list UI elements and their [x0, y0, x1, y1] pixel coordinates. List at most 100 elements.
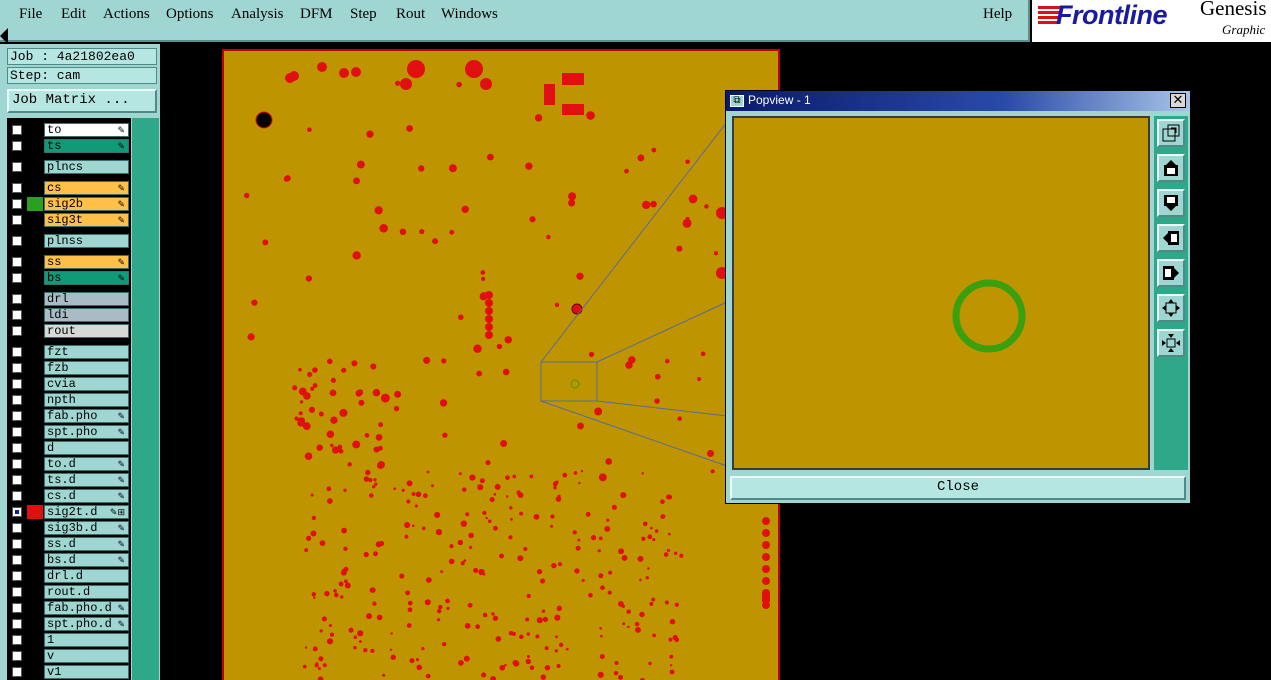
layer-row[interactable]: cs ✎	[7, 181, 131, 195]
layer-row[interactable]: rout	[7, 324, 131, 338]
layer-name[interactable]: cs ✎	[44, 181, 129, 195]
layer-row[interactable]: ts.d ✎	[7, 473, 131, 487]
layer-checkbox[interactable]	[12, 162, 22, 172]
layer-checkbox[interactable]	[12, 635, 22, 645]
layer-color-swatch[interactable]	[27, 345, 43, 359]
layer-name[interactable]: ss.d ✎	[44, 537, 129, 551]
layer-name[interactable]: spt.pho.d ✎	[44, 617, 129, 631]
layer-name[interactable]: bs ✎	[44, 271, 129, 285]
layer-color-swatch[interactable]	[27, 324, 43, 338]
layer-color-swatch[interactable]	[27, 553, 43, 567]
zoom-in-icon[interactable]	[1157, 329, 1185, 357]
layer-row[interactable]: sig2b ✎	[7, 197, 131, 211]
job-matrix-button[interactable]: Job Matrix ...	[7, 89, 157, 113]
layer-color-swatch[interactable]	[27, 160, 43, 174]
layer-color-swatch[interactable]	[27, 213, 43, 227]
layer-row[interactable]: sig2t.d ✎⊞	[7, 505, 131, 519]
layer-checkbox[interactable]	[12, 475, 22, 485]
layer-checkbox[interactable]	[12, 294, 22, 304]
layer-checkbox[interactable]	[12, 411, 22, 421]
layer-color-swatch[interactable]	[27, 409, 43, 423]
menu-rout[interactable]: Rout	[396, 6, 425, 23]
layer-checkbox[interactable]	[12, 236, 22, 246]
layer-name[interactable]: fzb	[44, 361, 129, 375]
layer-name[interactable]: d	[44, 441, 129, 455]
layer-row[interactable]: ss.d ✎	[7, 537, 131, 551]
layer-name[interactable]: sig2t.d ✎⊞	[44, 505, 129, 519]
layer-checkbox[interactable]	[12, 443, 22, 453]
layer-name[interactable]: 1	[44, 633, 129, 647]
layer-row[interactable]: cvia	[7, 377, 131, 391]
layer-name[interactable]: bs.d ✎	[44, 553, 129, 567]
layer-row[interactable]: v1	[7, 665, 131, 679]
layer-name[interactable]: rout.d	[44, 585, 129, 599]
layer-row[interactable]: drl	[7, 292, 131, 306]
layer-color-swatch[interactable]	[27, 569, 43, 583]
layer-row[interactable]: plnss	[7, 234, 131, 248]
layer-name[interactable]: fab.pho ✎	[44, 409, 129, 423]
layer-name[interactable]: sig3b.d ✎	[44, 521, 129, 535]
window-menu-icon[interactable]: ⧉	[730, 95, 744, 107]
layer-name[interactable]: cvia	[44, 377, 129, 391]
layer-row[interactable]: fab.pho ✎	[7, 409, 131, 423]
layer-row[interactable]: bs ✎	[7, 271, 131, 285]
popview-canvas[interactable]	[732, 116, 1150, 470]
layer-color-swatch[interactable]	[27, 197, 43, 211]
layer-color-swatch[interactable]	[27, 234, 43, 248]
layer-color-swatch[interactable]	[27, 139, 43, 153]
layer-checkbox[interactable]	[12, 427, 22, 437]
layer-color-swatch[interactable]	[27, 181, 43, 195]
layer-row[interactable]: drl.d	[7, 569, 131, 583]
layer-color-swatch[interactable]	[27, 292, 43, 306]
layer-row[interactable]: plncs	[7, 160, 131, 174]
layer-name[interactable]: plncs	[44, 160, 129, 174]
layer-row[interactable]: fzb	[7, 361, 131, 375]
layer-row[interactable]: fab.pho.d ✎	[7, 601, 131, 615]
layer-checkbox[interactable]	[12, 507, 22, 517]
layer-color-swatch[interactable]	[27, 361, 43, 375]
layer-row[interactable]: 1	[7, 633, 131, 647]
layer-color-swatch[interactable]	[27, 473, 43, 487]
popview-titlebar[interactable]: ⧉ Popview - 1 ✕	[726, 91, 1190, 111]
layer-name[interactable]: v	[44, 649, 129, 663]
layer-color-swatch[interactable]	[27, 425, 43, 439]
zoom-out-icon[interactable]	[1157, 294, 1185, 322]
menu-options[interactable]: Options	[166, 6, 214, 23]
layer-list-scrollbar[interactable]	[132, 118, 159, 680]
menu-actions[interactable]: Actions	[103, 6, 150, 23]
layer-row[interactable]: cs.d ✎	[7, 489, 131, 503]
layer-name[interactable]: npth	[44, 393, 129, 407]
layer-checkbox[interactable]	[12, 347, 22, 357]
layer-checkbox[interactable]	[12, 273, 22, 283]
zoom-window-icon[interactable]	[1157, 119, 1185, 147]
layer-name[interactable]: fab.pho.d ✎	[44, 601, 129, 615]
layer-checkbox[interactable]	[12, 555, 22, 565]
layer-name[interactable]: ts.d ✎	[44, 473, 129, 487]
layer-checkbox[interactable]	[12, 571, 22, 581]
layer-row[interactable]: bs.d ✎	[7, 553, 131, 567]
layer-color-swatch[interactable]	[27, 585, 43, 599]
layer-name[interactable]: ts ✎	[44, 139, 129, 153]
layer-checkbox[interactable]	[12, 539, 22, 549]
layer-color-swatch[interactable]	[27, 457, 43, 471]
layer-color-swatch[interactable]	[27, 537, 43, 551]
layer-row[interactable]: rout.d	[7, 585, 131, 599]
layer-checkbox[interactable]	[12, 310, 22, 320]
menu-file[interactable]: File	[19, 6, 42, 23]
layer-color-swatch[interactable]	[27, 601, 43, 615]
layer-name[interactable]: ldi	[44, 308, 129, 322]
layer-checkbox[interactable]	[12, 619, 22, 629]
layer-color-swatch[interactable]	[27, 271, 43, 285]
layer-row[interactable]: ts ✎	[7, 139, 131, 153]
board-canvas[interactable]	[222, 49, 780, 680]
layer-name[interactable]: sig2b ✎	[44, 197, 129, 211]
layer-checkbox[interactable]	[12, 363, 22, 373]
layer-row[interactable]: sig3t ✎	[7, 213, 131, 227]
layer-color-swatch[interactable]	[27, 393, 43, 407]
layer-checkbox[interactable]	[12, 491, 22, 501]
layer-color-swatch[interactable]	[27, 441, 43, 455]
layer-row[interactable]: fzt	[7, 345, 131, 359]
layer-color-swatch[interactable]	[27, 649, 43, 663]
pan-right-icon[interactable]	[1157, 259, 1185, 287]
layer-name[interactable]: v1	[44, 665, 129, 679]
